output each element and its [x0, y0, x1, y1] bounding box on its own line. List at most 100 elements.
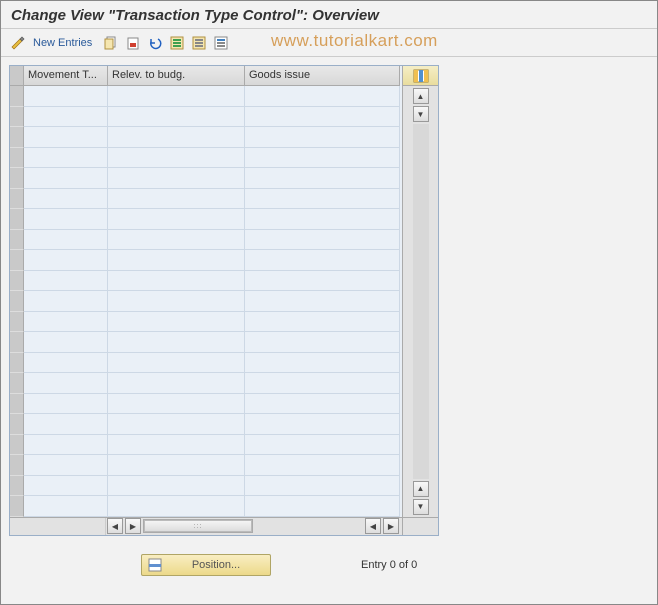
scroll-down-step-icon[interactable]: ▼: [413, 106, 429, 122]
cell[interactable]: [24, 250, 108, 271]
table-config-icon[interactable]: [403, 66, 438, 86]
table-row[interactable]: [10, 435, 402, 456]
cell[interactable]: [24, 148, 108, 169]
row-selector[interactable]: [10, 353, 24, 374]
copy-icon[interactable]: [102, 34, 120, 52]
select-all-icon[interactable]: [168, 34, 186, 52]
row-selector[interactable]: [10, 435, 24, 456]
cell[interactable]: [108, 148, 245, 169]
table-row[interactable]: [10, 455, 402, 476]
row-selector[interactable]: [10, 496, 24, 517]
cell[interactable]: [108, 86, 245, 107]
row-selector[interactable]: [10, 168, 24, 189]
cell[interactable]: [245, 373, 400, 394]
cell[interactable]: [24, 435, 108, 456]
cell[interactable]: [245, 455, 400, 476]
cell[interactable]: [108, 353, 245, 374]
cell[interactable]: [24, 291, 108, 312]
column-header-goods-issue[interactable]: Goods issue: [245, 66, 400, 86]
cell[interactable]: [245, 332, 400, 353]
cell[interactable]: [108, 394, 245, 415]
cell[interactable]: [245, 86, 400, 107]
cell[interactable]: [108, 107, 245, 128]
cell[interactable]: [245, 496, 400, 517]
cell[interactable]: [24, 230, 108, 251]
cell[interactable]: [24, 332, 108, 353]
cell[interactable]: [108, 476, 245, 497]
cell[interactable]: [245, 189, 400, 210]
scroll-left-step-icon[interactable]: ◀: [365, 518, 381, 534]
cell[interactable]: [108, 189, 245, 210]
cell[interactable]: [245, 209, 400, 230]
cell[interactable]: [24, 189, 108, 210]
row-selector[interactable]: [10, 148, 24, 169]
table-row[interactable]: [10, 127, 402, 148]
cell[interactable]: [24, 168, 108, 189]
row-selector[interactable]: [10, 373, 24, 394]
row-selector[interactable]: [10, 250, 24, 271]
cell[interactable]: [24, 373, 108, 394]
table-row[interactable]: [10, 394, 402, 415]
cell[interactable]: [108, 496, 245, 517]
table-row[interactable]: [10, 209, 402, 230]
cell[interactable]: [245, 394, 400, 415]
cell[interactable]: [108, 168, 245, 189]
cell[interactable]: [24, 455, 108, 476]
table-row[interactable]: [10, 332, 402, 353]
hscroll-thumb[interactable]: :::: [144, 520, 252, 532]
new-entries-button[interactable]: New Entries: [33, 37, 92, 49]
table-row[interactable]: [10, 476, 402, 497]
hscroll-track[interactable]: :::: [143, 519, 253, 533]
cell[interactable]: [245, 291, 400, 312]
row-selector[interactable]: [10, 394, 24, 415]
row-selector[interactable]: [10, 455, 24, 476]
cell[interactable]: [245, 230, 400, 251]
toggle-edit-icon[interactable]: [9, 34, 27, 52]
scroll-down-icon[interactable]: ▼: [413, 499, 429, 515]
cell[interactable]: [245, 271, 400, 292]
scroll-right-full-icon[interactable]: ▶: [383, 518, 399, 534]
table-row[interactable]: [10, 312, 402, 333]
select-column-header[interactable]: [10, 66, 24, 86]
row-selector[interactable]: [10, 476, 24, 497]
column-header-relev-budg[interactable]: Relev. to budg.: [108, 66, 245, 86]
cell[interactable]: [245, 476, 400, 497]
cell[interactable]: [24, 312, 108, 333]
column-header-movement-type[interactable]: Movement T...: [24, 66, 108, 86]
position-button[interactable]: Position...: [141, 554, 271, 576]
row-selector[interactable]: [10, 209, 24, 230]
cell[interactable]: [24, 127, 108, 148]
row-selector[interactable]: [10, 127, 24, 148]
scroll-up-step-icon[interactable]: ▲: [413, 481, 429, 497]
cell[interactable]: [24, 353, 108, 374]
cell[interactable]: [108, 312, 245, 333]
row-selector[interactable]: [10, 230, 24, 251]
row-selector[interactable]: [10, 107, 24, 128]
delete-icon[interactable]: [124, 34, 142, 52]
row-selector[interactable]: [10, 271, 24, 292]
cell[interactable]: [245, 148, 400, 169]
cell[interactable]: [24, 414, 108, 435]
cell[interactable]: [108, 435, 245, 456]
cell[interactable]: [24, 476, 108, 497]
scroll-left-full-icon[interactable]: ◀: [107, 518, 123, 534]
table-row[interactable]: [10, 250, 402, 271]
row-selector[interactable]: [10, 189, 24, 210]
cell[interactable]: [245, 312, 400, 333]
table-row[interactable]: [10, 148, 402, 169]
cell[interactable]: [108, 230, 245, 251]
cell[interactable]: [245, 353, 400, 374]
cell[interactable]: [108, 373, 245, 394]
cell[interactable]: [108, 127, 245, 148]
cell[interactable]: [108, 455, 245, 476]
cell[interactable]: [24, 86, 108, 107]
table-row[interactable]: [10, 86, 402, 107]
table-row[interactable]: [10, 373, 402, 394]
row-selector[interactable]: [10, 414, 24, 435]
table-row[interactable]: [10, 414, 402, 435]
table-row[interactable]: [10, 168, 402, 189]
cell[interactable]: [24, 209, 108, 230]
table-row[interactable]: [10, 271, 402, 292]
cell[interactable]: [108, 332, 245, 353]
save-icon[interactable]: [212, 34, 230, 52]
